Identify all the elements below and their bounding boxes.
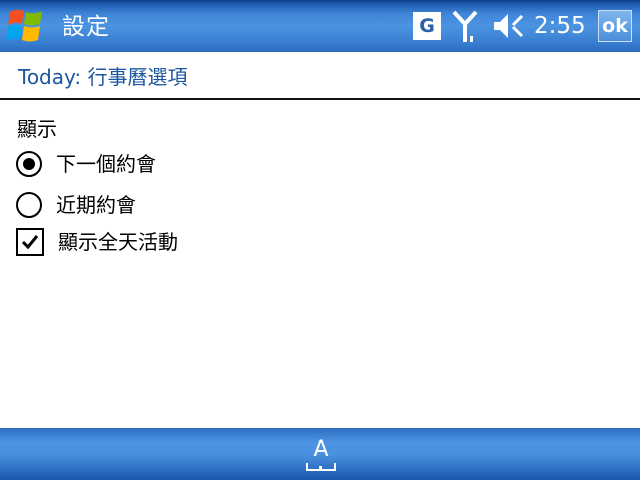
page-title: Today: 行事曆選項	[18, 63, 187, 91]
windows-start-icon	[6, 9, 42, 42]
radio-upcoming-appointments[interactable]: 近期約會	[16, 189, 136, 221]
header-divider	[0, 98, 640, 100]
input-panel-button[interactable]: A	[304, 436, 338, 474]
display-section-label: 顯示	[17, 117, 57, 141]
clock[interactable]: 2:55	[534, 12, 586, 40]
ok-button[interactable]: ok	[598, 10, 632, 42]
radio-next-appointment[interactable]: 下一個約會	[16, 148, 156, 180]
radio-button-unselected[interactable]	[16, 192, 42, 218]
option-label: 近期約會	[56, 193, 136, 217]
option-label: 顯示全天活動	[58, 230, 178, 254]
checkbox-show-all-day-events[interactable]: 顯示全天活動	[16, 226, 178, 258]
page-title-prefix: Today:	[18, 65, 82, 89]
app-title: 設定	[62, 14, 110, 40]
checkbox-checked[interactable]	[16, 228, 44, 256]
title-bar: 設定 G 2:55 ok	[0, 0, 640, 52]
menu-bar: A	[0, 428, 640, 480]
input-panel-letter: A	[313, 437, 329, 462]
volume-icon[interactable]	[492, 11, 526, 41]
start-button[interactable]	[4, 6, 48, 46]
radio-button-selected[interactable]	[16, 151, 42, 177]
signal-icon[interactable]	[452, 10, 478, 44]
connectivity-g-icon[interactable]: G	[413, 12, 441, 40]
option-label: 下一個約會	[56, 152, 156, 176]
screen: 設定 G 2:55 ok Today: 行事曆選項 顯示 下一個約會 近期約會	[0, 0, 640, 480]
keyboard-icon	[306, 463, 336, 471]
page-title-text: 行事曆選項	[81, 65, 188, 89]
checkmark-icon	[21, 235, 39, 250]
